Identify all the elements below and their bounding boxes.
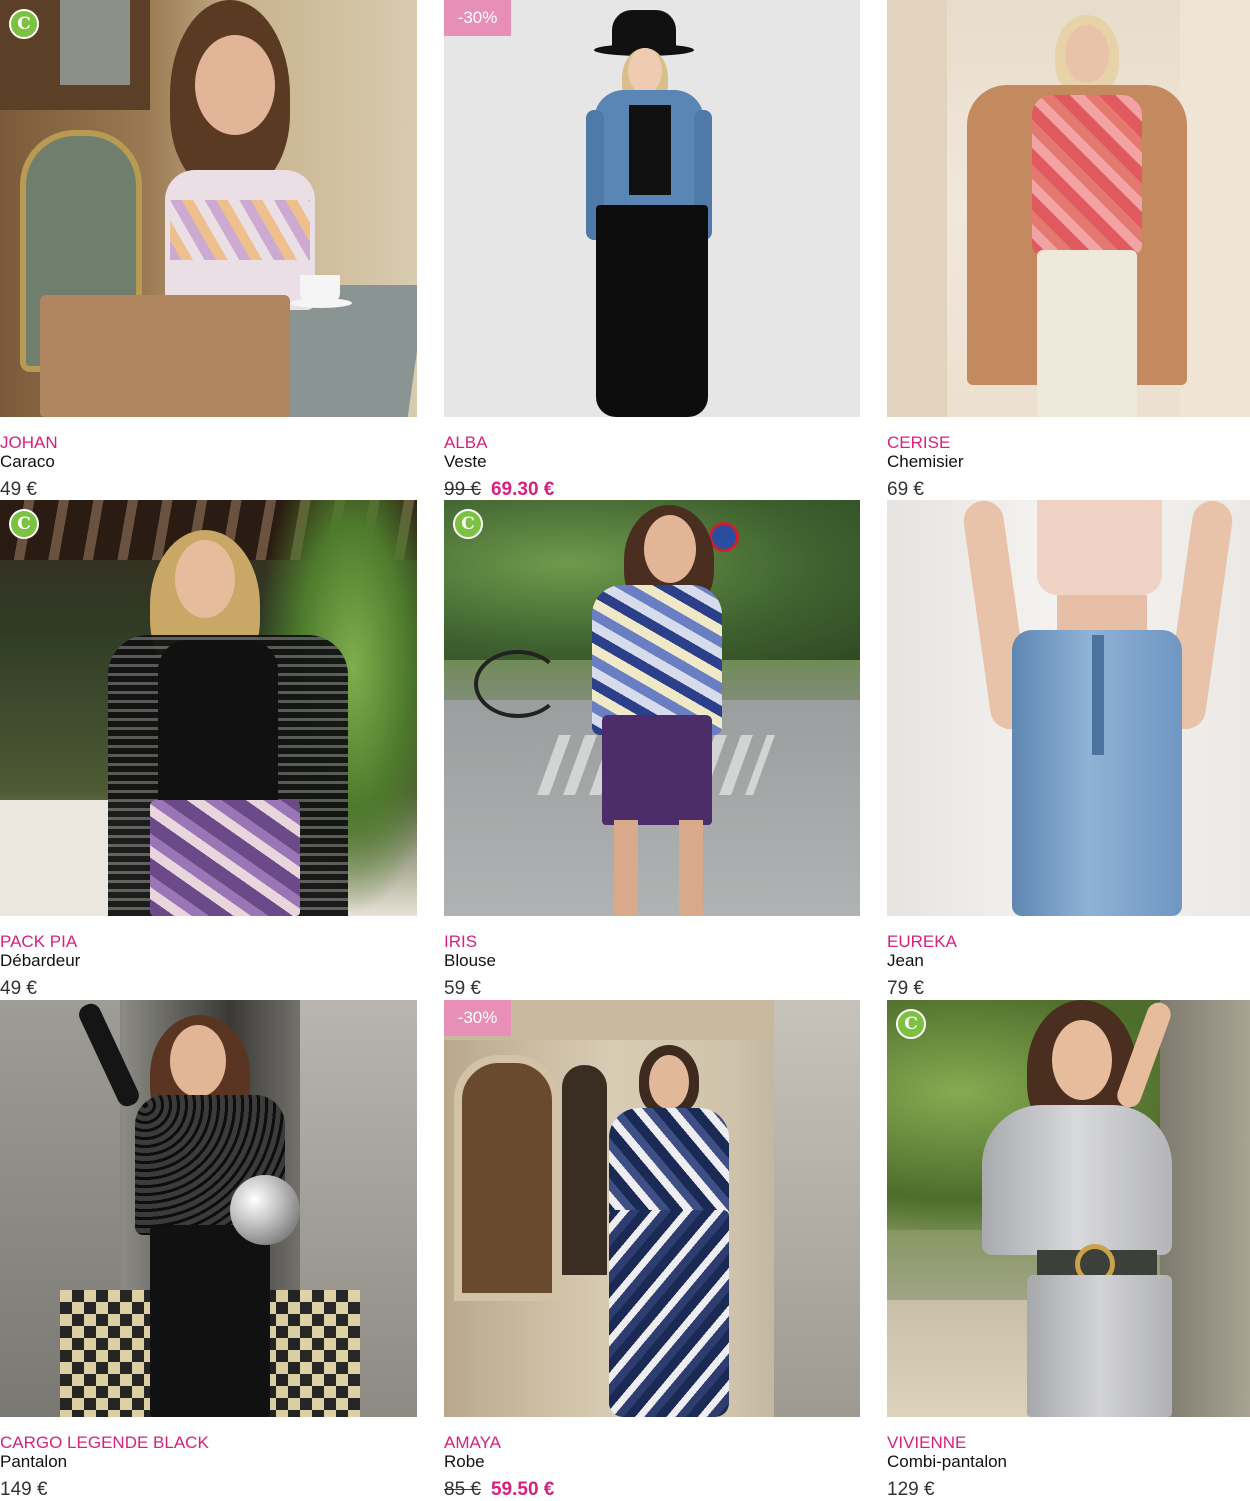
product-brand[interactable]: ALBA	[444, 434, 487, 452]
product-info: PACK PIA Débardeur 49 €	[0, 916, 417, 1000]
product-price: 99 € 69.30 €	[444, 480, 554, 500]
sale-price: 59.50 €	[490, 1479, 555, 1500]
product-brand[interactable]: JOHAN	[0, 434, 58, 452]
discount-badge: -30%	[444, 0, 511, 36]
product-info: IRIS Blouse 59 €	[444, 916, 860, 1000]
product-category: Robe	[444, 1452, 485, 1471]
product-brand[interactable]: CERISE	[887, 434, 950, 452]
price-value: 49 €	[0, 479, 37, 500]
product-category: Caraco	[0, 452, 55, 471]
eco-c-icon: C	[453, 509, 483, 539]
photo-background	[444, 1000, 860, 1417]
product-card-pack-pia[interactable]: C PACK PIA Débardeur 49 €	[0, 500, 417, 1000]
product-price: 49 €	[0, 480, 37, 500]
photo-background	[444, 500, 860, 916]
product-info: CARGO LEGENDE BLACK Pantalon 149 €	[0, 1417, 417, 1501]
product-brand[interactable]: CARGO LEGENDE BLACK	[0, 1434, 209, 1452]
product-price: 79 €	[887, 979, 924, 999]
product-info: EUREKA Jean 79 €	[887, 916, 1250, 1000]
price-value: 149 €	[0, 1479, 48, 1500]
product-photo[interactable]: -30%	[444, 0, 860, 417]
product-category: Combi-pantalon	[887, 1452, 1008, 1471]
product-grid: C JOHAN Caraco 49 € -30% ALBA Veste 99 €…	[0, 0, 1250, 1500]
photo-background	[0, 1000, 417, 1417]
product-brand[interactable]: IRIS	[444, 933, 477, 951]
product-category: Chemisier	[887, 452, 964, 471]
sale-price: 69.30 €	[490, 479, 555, 500]
product-photo[interactable]: C	[887, 1000, 1250, 1417]
product-card-cerise[interactable]: CERISE Chemisier 69 €	[887, 0, 1250, 501]
eco-c-icon: C	[896, 1009, 926, 1039]
product-price: 129 €	[887, 1480, 935, 1500]
product-photo[interactable]: -30%	[444, 1000, 860, 1417]
product-photo[interactable]: C	[444, 500, 860, 916]
price-value: 79 €	[887, 978, 924, 999]
product-category: Blouse	[444, 951, 496, 970]
product-price: 149 €	[0, 1480, 48, 1500]
photo-background	[0, 0, 417, 417]
product-category: Pantalon	[0, 1452, 68, 1471]
product-photo[interactable]: C	[0, 0, 417, 417]
product-photo[interactable]	[887, 0, 1250, 417]
product-photo[interactable]: C	[0, 500, 417, 916]
product-card-iris[interactable]: C IRIS Blouse 59 €	[444, 500, 860, 1000]
photo-background	[887, 0, 1250, 417]
product-price: 85 € 59.50 €	[444, 1480, 554, 1500]
product-card-alba[interactable]: -30% ALBA Veste 99 € 69.30 €	[444, 0, 860, 501]
product-category: Débardeur	[0, 951, 81, 970]
price-value: 49 €	[0, 978, 37, 999]
product-brand[interactable]: VIVIENNE	[887, 1434, 966, 1452]
product-info: JOHAN Caraco 49 €	[0, 417, 417, 501]
product-brand[interactable]: EUREKA	[887, 933, 957, 951]
product-category: Jean	[887, 951, 924, 970]
product-card-cargo-legende-black[interactable]: CARGO LEGENDE BLACK Pantalon 149 €	[0, 1000, 417, 1501]
eco-c-icon: C	[9, 509, 39, 539]
product-info: VIVIENNE Combi-pantalon 129 €	[887, 1417, 1250, 1501]
price-value: 129 €	[887, 1479, 935, 1500]
discount-badge: -30%	[444, 1000, 511, 1036]
product-category: Veste	[444, 452, 487, 471]
product-card-johan[interactable]: C JOHAN Caraco 49 €	[0, 0, 417, 501]
product-price: 69 €	[887, 480, 924, 500]
price-value: 69 €	[887, 479, 924, 500]
photo-background	[887, 1000, 1250, 1417]
product-photo[interactable]	[887, 500, 1250, 916]
old-price: 99 €	[444, 479, 481, 500]
product-brand[interactable]: PACK PIA	[0, 933, 77, 951]
photo-background	[887, 500, 1250, 916]
price-value: 59 €	[444, 978, 481, 999]
eco-c-icon: C	[9, 9, 39, 39]
old-price: 85 €	[444, 1479, 481, 1500]
product-info: AMAYA Robe 85 € 59.50 €	[444, 1417, 860, 1501]
product-card-vivienne[interactable]: C VIVIENNE Combi-pantalon 129 €	[887, 1000, 1250, 1501]
product-price: 49 €	[0, 979, 37, 999]
product-card-amaya[interactable]: -30% AMAYA Robe 85 € 59.50 €	[444, 1000, 860, 1501]
product-card-eureka[interactable]: EUREKA Jean 79 €	[887, 500, 1250, 1000]
photo-background	[0, 500, 417, 916]
photo-background	[444, 0, 860, 417]
product-photo[interactable]	[0, 1000, 417, 1417]
product-brand[interactable]: AMAYA	[444, 1434, 501, 1452]
product-info: CERISE Chemisier 69 €	[887, 417, 1250, 501]
product-price: 59 €	[444, 979, 481, 999]
product-info: ALBA Veste 99 € 69.30 €	[444, 417, 860, 501]
